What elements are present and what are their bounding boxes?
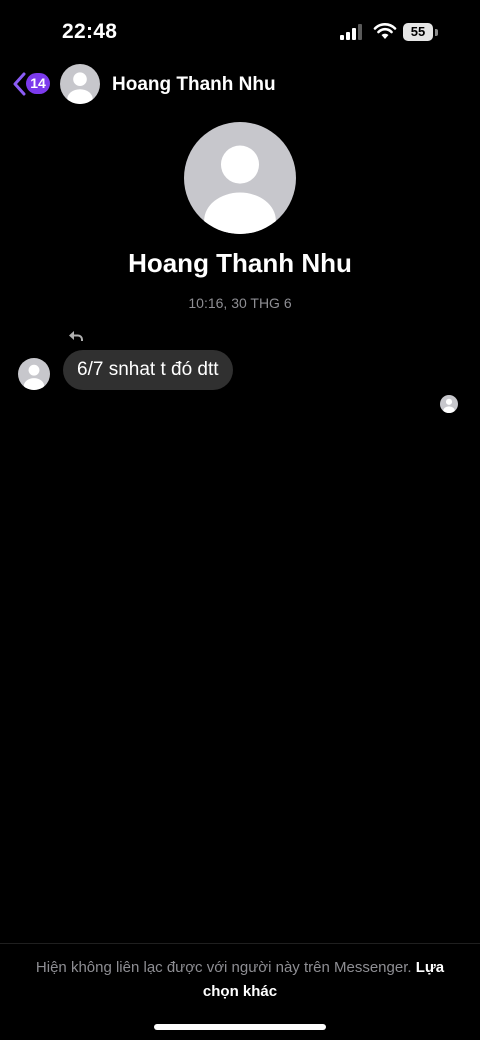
sender-avatar[interactable] <box>18 358 50 390</box>
battery-tip <box>435 29 438 36</box>
unavailable-notice: Hiện không liên lạc được với người này t… <box>22 956 458 1004</box>
status-time: 22:48 <box>62 20 118 43</box>
profile-name: Hoang Thanh Nhu <box>128 248 352 278</box>
default-avatar-icon <box>443 398 455 413</box>
status-bar: 22:48 55 <box>0 0 480 62</box>
message-timestamp: 10:16, 30 THG 6 <box>188 295 292 311</box>
avatar[interactable] <box>60 64 100 104</box>
default-avatar-icon <box>23 364 45 390</box>
reply-arrow-icon <box>69 331 83 341</box>
unread-count-badge: 14 <box>26 73 50 94</box>
footer-divider <box>0 943 480 944</box>
default-avatar-icon <box>204 145 276 234</box>
contact-name[interactable]: Hoang Thanh Nhu <box>112 74 276 96</box>
home-indicator[interactable] <box>154 1024 326 1030</box>
chevron-left-icon <box>13 72 26 96</box>
message-bubble[interactable]: 6/7 snhat t đó dtt <box>63 350 233 390</box>
seen-receipt-avatar <box>440 395 458 413</box>
default-avatar-icon <box>67 72 93 104</box>
profile-avatar[interactable] <box>184 122 296 234</box>
cellular-signal-icon <box>340 24 362 40</box>
unavailable-notice-text: Hiện không liên lạc được với người này t… <box>35 959 412 976</box>
battery-icon: 55 <box>403 23 433 41</box>
back-button[interactable]: 14 <box>12 72 56 98</box>
chat-header: 14 Hoang Thanh Nhu <box>0 62 480 108</box>
wifi-icon <box>373 23 397 39</box>
